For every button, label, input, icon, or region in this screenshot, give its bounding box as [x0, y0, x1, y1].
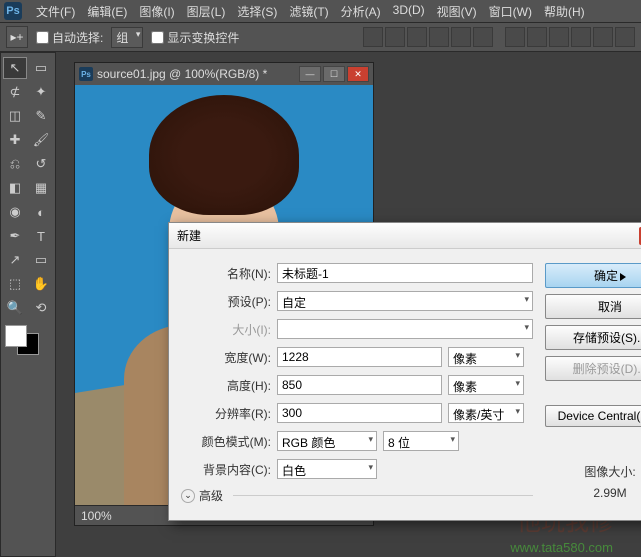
height-unit-select[interactable]: 像素 [448, 375, 524, 395]
type-tool-icon[interactable]: T [29, 225, 53, 247]
distribute-icon[interactable] [505, 27, 525, 47]
menu-item[interactable]: 选择(S) [231, 1, 283, 22]
align-icon[interactable] [363, 27, 383, 47]
align-icon[interactable] [385, 27, 405, 47]
eyedropper-tool-icon[interactable]: ✎ [29, 105, 53, 127]
distribute-icon[interactable] [527, 27, 547, 47]
cursor-icon [620, 273, 626, 281]
bit-depth-select[interactable]: 8 位 [383, 431, 459, 451]
bg-content-select[interactable]: 白色 [277, 459, 377, 479]
distribute-icon[interactable] [549, 27, 569, 47]
preset-select[interactable]: 自定 [277, 291, 533, 311]
chevron-down-icon: ⌄ [181, 489, 195, 503]
align-icon[interactable] [429, 27, 449, 47]
options-bar: ▸+ 自动选择: 组 显示变换控件 [0, 22, 641, 52]
menu-item[interactable]: 3D(D) [387, 1, 431, 22]
size-label: 大小(I): [181, 321, 271, 338]
name-input[interactable] [277, 263, 533, 283]
blur-tool-icon[interactable]: ◉ [3, 201, 27, 223]
image-size-info: 图像大小: 2.99M [545, 463, 641, 500]
minimize-icon[interactable]: — [299, 66, 321, 82]
align-icon[interactable] [473, 27, 493, 47]
gradient-tool-icon[interactable]: ▦ [29, 177, 53, 199]
auto-select-checkbox[interactable]: 自动选择: [36, 29, 103, 46]
crop-tool-icon[interactable]: ◫ [3, 105, 27, 127]
marquee-tool-icon[interactable]: ▭ [29, 57, 53, 79]
stamp-tool-icon[interactable]: ⎌ [3, 153, 27, 175]
device-central-button[interactable]: Device Central(E)... [545, 405, 641, 427]
cancel-button[interactable]: 取消 [545, 294, 641, 319]
menu-item[interactable]: 窗口(W) [483, 1, 538, 22]
wand-tool-icon[interactable]: ✦ [29, 81, 53, 103]
resolution-label: 分辨率(R): [181, 405, 271, 422]
ok-button[interactable]: 确定 [545, 263, 641, 288]
align-icon[interactable] [407, 27, 427, 47]
dialog-titlebar[interactable]: 新建 ✕ [169, 223, 641, 249]
menu-item[interactable]: 帮助(H) [538, 1, 591, 22]
shape-tool-icon[interactable]: ▭ [29, 249, 53, 271]
height-input[interactable] [277, 375, 442, 395]
save-preset-button[interactable]: 存储预设(S)... [545, 325, 641, 350]
width-input[interactable] [277, 347, 442, 367]
resolution-input[interactable] [277, 403, 442, 423]
menu-item[interactable]: 编辑(E) [81, 1, 133, 22]
menu-item[interactable]: 文件(F) [30, 1, 81, 22]
heal-tool-icon[interactable]: ✚ [3, 129, 27, 151]
dialog-buttons: 确定 取消 存储预设(S)... 删除预设(D)... Device Centr… [545, 263, 641, 504]
brush-tool-icon[interactable]: 🖌 [29, 129, 53, 151]
width-label: 宽度(W): [181, 349, 271, 366]
close-icon[interactable]: ✕ [347, 66, 369, 82]
color-mode-select[interactable]: RGB 颜色 [277, 431, 377, 451]
menu-bar: Ps 文件(F)编辑(E)图像(I)图层(L)选择(S)滤镜(T)分析(A)3D… [0, 0, 641, 22]
history-brush-icon[interactable]: ↺ [29, 153, 53, 175]
distribute-icon[interactable] [593, 27, 613, 47]
zoom-tool-icon[interactable]: 🔍 [3, 297, 27, 319]
toolbox: ↖ ▭ ⊄ ✦ ◫ ✎ ✚ 🖌 ⎌ ↺ ◧ ▦ ◉ ◐ ✒ T ↗ ▭ ⬚ ✋ … [0, 52, 56, 557]
3d-tool-icon[interactable]: ⬚ [3, 273, 27, 295]
preset-label: 预设(P): [181, 293, 271, 310]
zoom-level[interactable]: 100% [81, 509, 112, 523]
menu-item[interactable]: 分析(A) [335, 1, 387, 22]
menu-item[interactable]: 滤镜(T) [283, 1, 334, 22]
size-select [277, 319, 533, 339]
path-select-icon[interactable]: ↗ [3, 249, 27, 271]
document-titlebar[interactable]: Ps source01.jpg @ 100%(RGB/8) * — ☐ ✕ [75, 63, 373, 85]
doc-ps-icon: Ps [79, 67, 93, 81]
distribute-icon[interactable] [615, 27, 635, 47]
canvas-area: Ps source01.jpg @ 100%(RGB/8) * — ☐ ✕ 10… [56, 52, 641, 557]
move-tool-indicator[interactable]: ▸+ [6, 26, 28, 48]
hand-tool-icon[interactable]: ✋ [29, 273, 53, 295]
align-buttons [363, 27, 635, 47]
name-label: 名称(N): [181, 265, 271, 282]
dialog-title: 新建 [177, 227, 201, 244]
auto-select-target[interactable]: 组 [111, 27, 143, 48]
color-mode-label: 颜色模式(M): [181, 433, 271, 450]
move-tool-icon[interactable]: ↖ [3, 57, 27, 79]
color-swatches[interactable] [3, 325, 39, 355]
lasso-tool-icon[interactable]: ⊄ [3, 81, 27, 103]
dialog-form: 名称(N): 预设(P): 自定 大小(I): 宽度(W): 像素 [181, 263, 533, 504]
menu-item[interactable]: 图像(I) [133, 1, 180, 22]
new-document-dialog: 新建 ✕ 名称(N): 预设(P): 自定 大小(I): [168, 222, 641, 521]
dodge-tool-icon[interactable]: ◐ [29, 201, 53, 223]
align-icon[interactable] [451, 27, 471, 47]
show-transform-checkbox[interactable]: 显示变换控件 [151, 29, 239, 46]
pen-tool-icon[interactable]: ✒ [3, 225, 27, 247]
bg-content-label: 背景内容(C): [181, 461, 271, 478]
maximize-icon[interactable]: ☐ [323, 66, 345, 82]
advanced-toggle[interactable]: ⌄ 高级 [181, 487, 533, 504]
menu-item[interactable]: 视图(V) [431, 1, 483, 22]
menu-item[interactable]: 图层(L) [181, 1, 232, 22]
eraser-tool-icon[interactable]: ◧ [3, 177, 27, 199]
rotate-tool-icon[interactable]: ⟲ [29, 297, 53, 319]
height-label: 高度(H): [181, 377, 271, 394]
watermark-url: www.tata580.com [510, 540, 613, 555]
fg-color-swatch[interactable] [5, 325, 27, 347]
resolution-unit-select[interactable]: 像素/英寸 [448, 403, 524, 423]
distribute-icon[interactable] [571, 27, 591, 47]
width-unit-select[interactable]: 像素 [448, 347, 524, 367]
app-logo: Ps [4, 2, 22, 20]
document-title: source01.jpg @ 100%(RGB/8) * [97, 67, 267, 81]
delete-preset-button: 删除预设(D)... [545, 356, 641, 381]
